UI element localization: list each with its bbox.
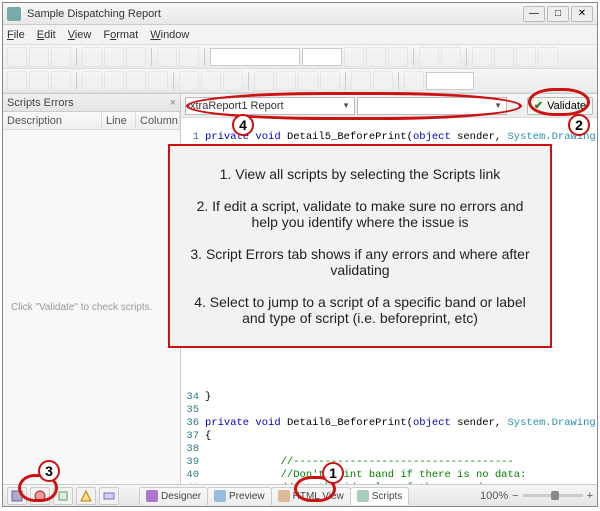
- tool-align-center[interactable]: [494, 47, 514, 67]
- tool-space2[interactable]: [276, 71, 296, 91]
- panel-close-icon[interactable]: ×: [170, 94, 176, 111]
- validate-hint: Click "Validate" to check scripts.: [3, 262, 160, 353]
- html-icon: [278, 490, 290, 502]
- tool-new[interactable]: [7, 47, 27, 67]
- menu-view[interactable]: View: [68, 29, 92, 41]
- size-combo[interactable]: [302, 48, 342, 66]
- mark-ring-2: [528, 88, 590, 116]
- tool-copy[interactable]: [104, 47, 124, 67]
- menu-format[interactable]: Format: [103, 29, 138, 41]
- mark-number-1: 1: [322, 462, 344, 484]
- scripts-errors-panel: Scripts Errors × Description Line Column…: [3, 94, 181, 484]
- toolbar-2: [3, 69, 597, 93]
- tab-preview[interactable]: Preview: [207, 487, 272, 505]
- tool-align1[interactable]: [82, 71, 102, 91]
- tool-undo[interactable]: [157, 47, 177, 67]
- col-line[interactable]: Line: [102, 112, 136, 129]
- tool-bgcolor[interactable]: [441, 47, 461, 67]
- annotation-callout: 1. View all scripts by selecting the Scr…: [168, 144, 552, 348]
- tool-size1[interactable]: [179, 71, 199, 91]
- close-button[interactable]: ✕: [571, 6, 593, 22]
- tool-align3[interactable]: [126, 71, 146, 91]
- tool-bold[interactable]: [344, 47, 364, 67]
- callout-line-1: 1. View all scripts by selecting the Scr…: [184, 166, 536, 182]
- tool-align2[interactable]: [104, 71, 124, 91]
- designer-icon: [146, 490, 158, 502]
- tool-order2[interactable]: [373, 71, 393, 91]
- tool-zoom[interactable]: [404, 71, 424, 91]
- zoom-out-icon[interactable]: −: [512, 490, 518, 502]
- preview-icon: [214, 490, 226, 502]
- tool-size3[interactable]: [223, 71, 243, 91]
- tool-open[interactable]: [29, 47, 49, 67]
- mark-number-3: 3: [38, 460, 60, 482]
- separator: [204, 48, 205, 66]
- tool-redo[interactable]: [179, 47, 199, 67]
- col-description[interactable]: Description: [3, 112, 102, 129]
- tool-grid3[interactable]: [51, 71, 71, 91]
- tool-space4[interactable]: [320, 71, 340, 91]
- view-tabs: Designer Preview HTML View Scripts: [139, 487, 408, 505]
- tab-designer[interactable]: Designer: [139, 487, 208, 505]
- tool-italic[interactable]: [366, 47, 386, 67]
- toolbar-1: [3, 45, 597, 69]
- mark-number-4: 4: [232, 114, 254, 136]
- tool-color[interactable]: [419, 47, 439, 67]
- tool-paste[interactable]: [126, 47, 146, 67]
- menu-edit[interactable]: Edit: [37, 29, 56, 41]
- scripts-icon: [357, 490, 369, 502]
- zoom-value: 100%: [480, 490, 508, 502]
- tool-align-right[interactable]: [516, 47, 536, 67]
- separator: [76, 72, 77, 90]
- status-btn-5[interactable]: [99, 487, 119, 505]
- callout-line-3: 3. Script Errors tab shows if any errors…: [184, 246, 536, 278]
- tool-order1[interactable]: [351, 71, 371, 91]
- tool-icon: [103, 490, 115, 502]
- menu-file[interactable]: File: [7, 29, 25, 41]
- callout-line-4: 4. Select to jump to a script of a speci…: [184, 294, 536, 326]
- status-btn-4[interactable]: [76, 487, 96, 505]
- separator: [151, 48, 152, 66]
- tab-scripts[interactable]: Scripts: [350, 487, 410, 505]
- mark-number-2: 2: [568, 114, 590, 136]
- font-combo[interactable]: [210, 48, 300, 66]
- tool-grid2[interactable]: [29, 71, 49, 91]
- separator: [248, 72, 249, 90]
- maximize-button[interactable]: □: [547, 6, 569, 22]
- tool-underline[interactable]: [388, 47, 408, 67]
- errors-columns: Description Line Column: [3, 112, 180, 130]
- separator: [345, 72, 346, 90]
- separator: [466, 48, 467, 66]
- tool-align-just[interactable]: [538, 47, 558, 67]
- window-title: Sample Dispatching Report: [27, 8, 521, 20]
- panel-title: Scripts Errors: [7, 94, 74, 111]
- zoom-control[interactable]: 100% − +: [480, 490, 593, 502]
- scripts-errors-header: Scripts Errors ×: [3, 94, 180, 112]
- menu-window[interactable]: Window: [150, 29, 189, 41]
- separator: [76, 48, 77, 66]
- zoom-in-icon[interactable]: +: [587, 490, 593, 502]
- tool-align4[interactable]: [148, 71, 168, 91]
- tool-space3[interactable]: [298, 71, 318, 91]
- tool-icon: [80, 490, 92, 502]
- minimize-button[interactable]: —: [523, 6, 545, 22]
- app-icon: [7, 7, 21, 21]
- col-column[interactable]: Column: [136, 112, 180, 129]
- tool-icon: [57, 490, 69, 502]
- tool-align-left[interactable]: [472, 47, 492, 67]
- tool-space1[interactable]: [254, 71, 274, 91]
- titlebar: Sample Dispatching Report — □ ✕: [3, 3, 597, 25]
- separator: [413, 48, 414, 66]
- separator: [173, 72, 174, 90]
- zoom-combo[interactable]: [426, 72, 474, 90]
- separator: [398, 72, 399, 90]
- callout-line-2: 2. If edit a script, validate to make su…: [184, 198, 536, 230]
- zoom-slider[interactable]: [523, 494, 583, 497]
- tool-grid1[interactable]: [7, 71, 27, 91]
- menubar: File Edit View Format Window: [3, 25, 597, 45]
- tool-save[interactable]: [51, 47, 71, 67]
- tool-cut[interactable]: [82, 47, 102, 67]
- tool-size2[interactable]: [201, 71, 221, 91]
